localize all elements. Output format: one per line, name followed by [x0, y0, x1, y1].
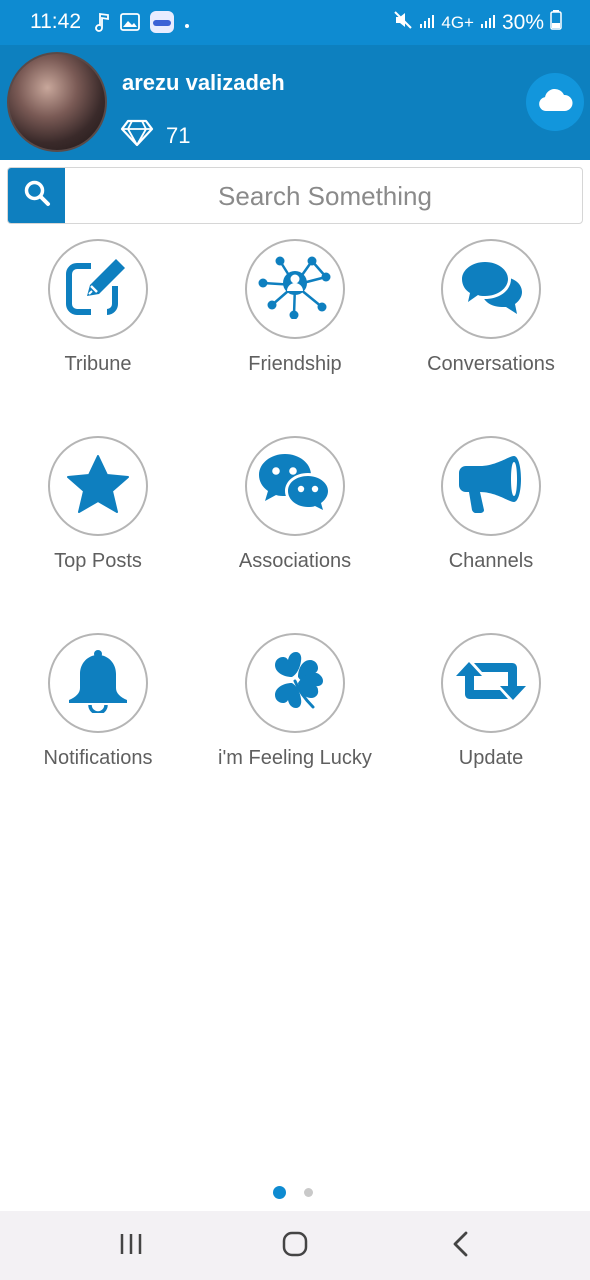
- menu-item-notifications[interactable]: Notifications: [0, 632, 196, 782]
- star-icon: [67, 454, 129, 518]
- profile-name: arezu valizadeh: [122, 70, 285, 95]
- points-counter: 71: [120, 119, 190, 153]
- home-icon: [282, 1231, 308, 1262]
- chat-bubbles-icon: [458, 258, 524, 320]
- megaphone-icon: [458, 454, 524, 519]
- profile-header: arezu valizadeh 71: [0, 45, 590, 160]
- home-button[interactable]: [275, 1229, 315, 1263]
- battery-percent: 30%: [501, 11, 544, 34]
- menu-item-associations[interactable]: Associations: [197, 435, 393, 585]
- diamond-icon: [120, 119, 154, 153]
- menu-item-conversations[interactable]: Conversations: [393, 238, 589, 388]
- menu-item-friendship[interactable]: Friendship: [197, 238, 393, 388]
- menu-item-update[interactable]: Update: [393, 632, 589, 782]
- status-bar: 11:42 4G+ 30%: [0, 0, 590, 45]
- page-dot[interactable]: [304, 1188, 313, 1197]
- recent-apps-icon: [119, 1233, 143, 1260]
- points-value: 71: [166, 123, 191, 148]
- menu-item-channels[interactable]: Channels: [393, 435, 589, 585]
- menu-item-top-posts[interactable]: Top Posts: [0, 435, 196, 585]
- menu-item-label: Notifications: [43, 747, 153, 769]
- menu-item-tribune[interactable]: Tribune: [0, 238, 196, 388]
- cloud-icon: [537, 87, 573, 118]
- avatar[interactable]: [7, 52, 107, 152]
- signal-icon: [419, 11, 435, 35]
- network-icon: [258, 255, 332, 324]
- search-icon: [23, 179, 51, 212]
- network-type: 4G+: [441, 13, 474, 32]
- menu-item-label: Conversations: [427, 353, 555, 375]
- wechat-icon: [258, 453, 332, 520]
- app-notification-icon: [150, 11, 174, 38]
- menu-item-label: Tribune: [64, 353, 132, 375]
- recent-apps-button[interactable]: [111, 1229, 151, 1263]
- signal-icon: [480, 11, 496, 35]
- menu-item-label: Associations: [238, 550, 352, 572]
- music-note-icon: [94, 12, 110, 37]
- search-bar: [7, 167, 583, 225]
- menu-item-feeling-lucky[interactable]: i'm Feeling Lucky: [197, 632, 393, 782]
- search-button[interactable]: [8, 168, 65, 223]
- retweet-icon: [456, 658, 526, 709]
- search-input[interactable]: [68, 168, 582, 225]
- back-icon: [452, 1231, 470, 1262]
- cloud-button[interactable]: [526, 73, 584, 131]
- bell-icon: [67, 649, 129, 718]
- clover-icon: [265, 651, 325, 716]
- battery-icon: [550, 10, 562, 36]
- system-nav-bar: [0, 1211, 590, 1280]
- menu-item-label: Top Posts: [54, 550, 142, 572]
- image-icon: [120, 13, 140, 36]
- edit-icon: [65, 255, 131, 323]
- menu-item-label: Update: [458, 747, 524, 769]
- page-indicator: [273, 1186, 313, 1199]
- menu-item-label: i'm Feeling Lucky: [218, 747, 372, 769]
- back-button[interactable]: [441, 1229, 481, 1263]
- menu-item-label: Channels: [448, 550, 534, 572]
- menu-item-label: Friendship: [248, 353, 342, 375]
- mute-icon: [393, 10, 413, 36]
- page-dot-active[interactable]: [273, 1186, 286, 1199]
- status-time: 11:42: [30, 10, 81, 33]
- dot-icon: [184, 16, 190, 34]
